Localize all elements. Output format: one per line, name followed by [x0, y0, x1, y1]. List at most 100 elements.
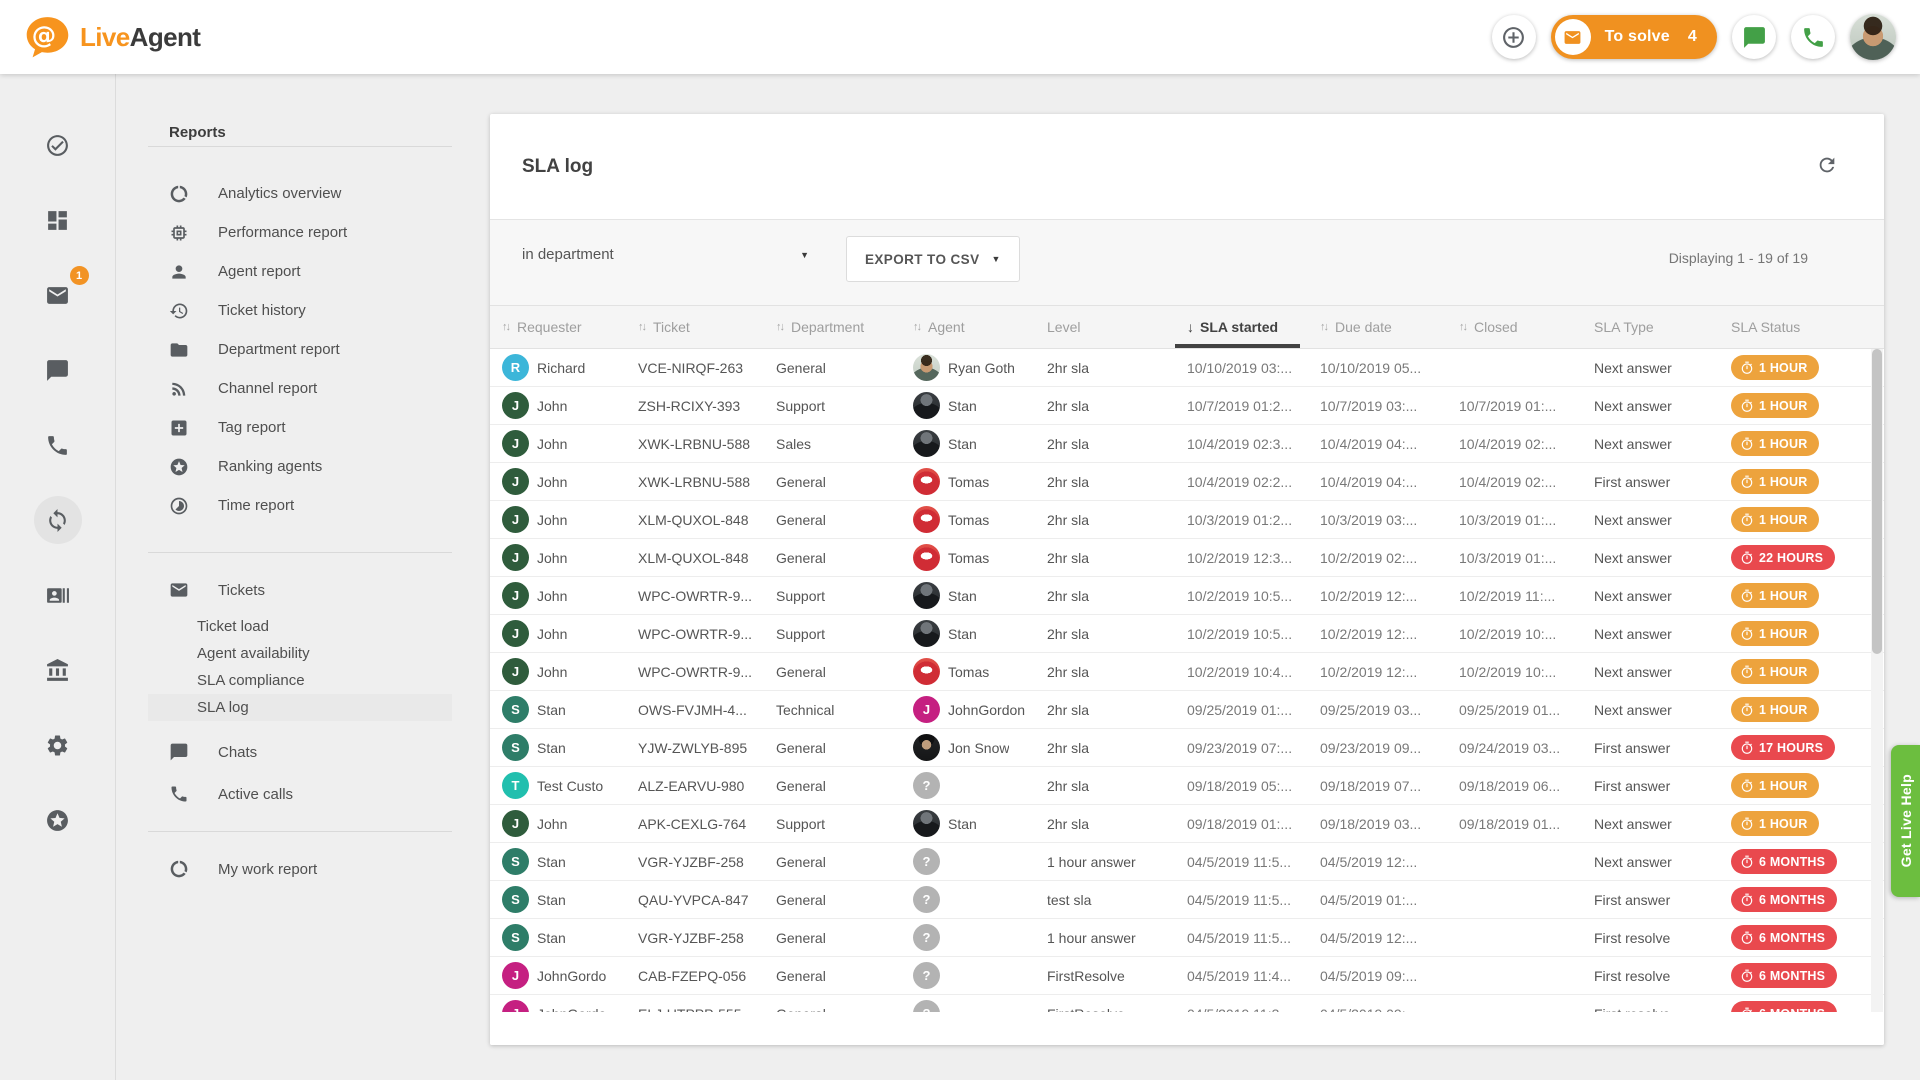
rail-item-calls[interactable]	[34, 421, 82, 469]
ticket-cell: ALZ-EARVU-980	[626, 767, 764, 804]
table-row[interactable]: SStanQAU-YVPCA-847General?test sla04/5/2…	[490, 881, 1884, 919]
ticket-cell: CAB-FZEPQ-056	[626, 957, 764, 994]
sidebar-item-time-report[interactable]: Time report	[148, 486, 452, 525]
rail-item-tasks[interactable]	[34, 121, 82, 169]
table-row[interactable]: JJohnXLM-QUXOL-848GeneralTomas2hr sla10/…	[490, 539, 1884, 577]
to-solve-button[interactable]: To solve 4	[1551, 15, 1717, 59]
mail-icon	[1555, 19, 1591, 55]
refresh-button[interactable]	[1810, 148, 1844, 185]
sla-status-cell: 1 HOUR	[1719, 387, 1884, 424]
table-row[interactable]: JJohnWPC-OWRTR-9...GeneralTomas2hr sla10…	[490, 653, 1884, 691]
dashboard-icon	[45, 208, 70, 233]
department-cell: General	[764, 767, 901, 804]
unknown-avatar: ?	[913, 1000, 940, 1012]
table-row[interactable]: JJohnZSH-RCIXY-393SupportStan2hr sla10/7…	[490, 387, 1884, 425]
column-header-ticket[interactable]: ↑↓Ticket	[626, 306, 764, 348]
column-header-sla-type[interactable]: SLA Type	[1582, 306, 1719, 348]
sla-status-badge: 1 HOUR	[1731, 583, 1819, 608]
calls-header-button[interactable]	[1791, 15, 1835, 59]
table-row[interactable]: RRichardVCE-NIRQF-263GeneralRyan Goth2hr…	[490, 349, 1884, 387]
sidebar-item-tickets[interactable]: Tickets	[148, 569, 452, 611]
sla-type-cell: Next answer	[1582, 615, 1719, 652]
sidebar-item-department-report[interactable]: Department report	[148, 330, 452, 369]
sla-status-cell: 22 HOURS	[1719, 539, 1884, 576]
sidebar-item-my-work-report[interactable]: My work report	[148, 848, 452, 890]
rail-item-gamification[interactable]	[34, 796, 82, 844]
sidebar-item-performance-report[interactable]: Performance report	[148, 213, 452, 252]
requester-cell: JJohn	[490, 653, 626, 690]
table-row[interactable]: JJohnWPC-OWRTR-9...SupportStan2hr sla10/…	[490, 577, 1884, 615]
column-header-requester[interactable]: ↑↓Requester	[490, 306, 626, 348]
table-row[interactable]: JJohnWPC-OWRTR-9...SupportStan2hr sla10/…	[490, 615, 1884, 653]
column-header-department[interactable]: ↑↓Department	[764, 306, 901, 348]
sidebar-item-active-calls[interactable]: Active calls	[148, 773, 452, 815]
column-header-sla-started[interactable]: ↓SLA started	[1175, 306, 1308, 348]
ticket-cell: XLM-QUXOL-848	[626, 501, 764, 538]
sort-updown-icon: ↑↓	[638, 321, 645, 333]
table-row[interactable]: SStanVGR-YJZBF-258General?1 hour answer0…	[490, 843, 1884, 881]
topbar-actions: To solve 4	[1492, 14, 1896, 60]
sidebar-subitem-agent-availability[interactable]: Agent availability	[148, 640, 452, 667]
table-row[interactable]: SStanYJW-ZWLYB-895GeneralJon Snow2hr sla…	[490, 729, 1884, 767]
column-header-level[interactable]: Level	[1035, 306, 1175, 348]
rail-item-tickets[interactable]: 1	[34, 271, 82, 319]
rail-item-dashboard[interactable]	[34, 196, 82, 244]
sla-started-cell: 09/18/2019 01:...	[1175, 805, 1308, 842]
rail-item-customers[interactable]	[34, 571, 82, 619]
sort-desc-icon: ↓	[1187, 319, 1194, 335]
sidebar-subitem-ticket-load[interactable]: Ticket load	[148, 613, 452, 640]
sidebar-item-analytics-overview[interactable]: Analytics overview	[148, 174, 452, 213]
department-icon	[169, 340, 189, 360]
table-row[interactable]: SStanOWS-FVJMH-4...TechnicalJJohnGordon2…	[490, 691, 1884, 729]
rail-item-configuration[interactable]	[34, 721, 82, 769]
ticket-cell: QAU-YVPCA-847	[626, 881, 764, 918]
rail-item-billing[interactable]	[34, 646, 82, 694]
table-row[interactable]: JJohnXWK-LRBNU-588GeneralTomas2hr sla10/…	[490, 463, 1884, 501]
column-header-agent[interactable]: ↑↓Agent	[901, 306, 1035, 348]
sla-status-cell: 1 HOUR	[1719, 653, 1884, 690]
sla-started-cell: 10/2/2019 10:5...	[1175, 577, 1308, 614]
sla-started-cell: 04/5/2019 11:3...	[1175, 995, 1308, 1012]
chats-header-button[interactable]	[1732, 15, 1776, 59]
department-filter-select[interactable]: in department ▼	[522, 246, 809, 263]
rail-item-reports[interactable]	[34, 496, 82, 544]
timer-icon	[1740, 703, 1754, 717]
table-row[interactable]: JJohnGordoELJ-UTPPP-555General?FirstReso…	[490, 995, 1884, 1012]
department-cell: General	[764, 539, 901, 576]
export-csv-button[interactable]: EXPORT TO CSV ▼	[846, 236, 1020, 282]
department-cell: Technical	[764, 691, 901, 728]
column-header-sla-status[interactable]: SLA Status	[1719, 306, 1884, 348]
column-header-due-date[interactable]: ↑↓Due date	[1308, 306, 1447, 348]
rail-item-chats[interactable]	[34, 346, 82, 394]
due-date-cell: 10/2/2019 12:...	[1308, 653, 1447, 690]
sidebar-item-ticket-history[interactable]: Ticket history	[148, 291, 452, 330]
agent-cell: Tomas	[901, 653, 1035, 690]
sidebar-item-chats[interactable]: Chats	[148, 731, 452, 773]
sla-status-badge: 6 MONTHS	[1731, 1001, 1837, 1012]
level-cell: 2hr sla	[1035, 349, 1175, 386]
timer-icon	[1740, 969, 1754, 983]
table-row[interactable]: JJohnXLM-QUXOL-848GeneralTomas2hr sla10/…	[490, 501, 1884, 539]
table-row[interactable]: JJohnAPK-CEXLG-764SupportStan2hr sla09/1…	[490, 805, 1884, 843]
due-date-cell: 10/2/2019 02:...	[1308, 539, 1447, 576]
sidebar-subitem-sla-compliance[interactable]: SLA compliance	[148, 667, 452, 694]
table-row[interactable]: TTest CustoALZ-EARVU-980General?2hr sla0…	[490, 767, 1884, 805]
add-button[interactable]	[1492, 15, 1536, 59]
sidebar-item-label: Chats	[218, 744, 257, 761]
column-header-closed[interactable]: ↑↓Closed	[1447, 306, 1582, 348]
table-row[interactable]: JJohnXWK-LRBNU-588SalesStan2hr sla10/4/2…	[490, 425, 1884, 463]
sidebar-item-agent-report[interactable]: Agent report	[148, 252, 452, 291]
get-live-help-tab[interactable]: Get Live Help	[1891, 745, 1920, 897]
table-scrollbar[interactable]	[1871, 349, 1883, 1012]
user-avatar[interactable]	[1850, 14, 1896, 60]
mail-icon	[169, 580, 189, 600]
sidebar-subitem-sla-log[interactable]: SLA log	[148, 694, 452, 721]
sidebar-item-tag-report[interactable]: Tag report	[148, 408, 452, 447]
sidebar-item-ranking-agents[interactable]: Ranking agents	[148, 447, 452, 486]
requester-cell: RRichard	[490, 349, 626, 386]
table-row[interactable]: JJohnGordoCAB-FZEPQ-056General?FirstReso…	[490, 957, 1884, 995]
table-row[interactable]: SStanVGR-YJZBF-258General?1 hour answer0…	[490, 919, 1884, 957]
agent-cell: ?	[901, 881, 1035, 918]
scrollbar-thumb[interactable]	[1872, 349, 1882, 654]
sidebar-item-channel-report[interactable]: Channel report	[148, 369, 452, 408]
